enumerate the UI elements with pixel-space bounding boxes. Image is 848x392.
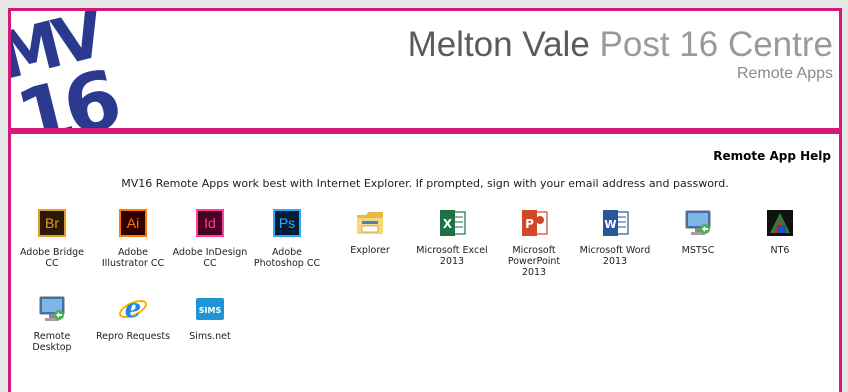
app-excel[interactable]: X Microsoft Excel 2013 [413,207,491,267]
site-title: Melton Vale Post 16 Centre [408,25,833,65]
app-label: NT6 [770,245,790,256]
header-divider [11,128,839,134]
app-powerpoint[interactable]: P Microsoft PowerPoint 2013 [495,207,573,278]
app-repro-requests[interactable]: e Repro Requests [94,293,172,342]
mv16-logo[interactable]: MV 16 [11,11,161,128]
adobe-photoshop-icon: Ps [271,209,303,241]
adobe-photoshop-glyph: Ps [273,209,301,237]
monitor-icon [39,296,65,321]
word-graphic: W [603,210,629,236]
site-title-block: Melton Vale Post 16 Centre Remote Apps [408,25,833,83]
internet-explorer-icon: e [117,293,149,325]
powerpoint-graphic: P [522,210,548,236]
site-subtitle: Remote Apps [736,65,833,82]
adobe-illustrator-icon: Ai [117,209,149,241]
app-word[interactable]: W Microsoft Word 2013 [576,207,654,267]
app-adobe-photoshop[interactable]: Ps Adobe Photoshop CC [248,207,326,269]
nt6-graphic [767,210,793,236]
app-sims-net[interactable]: SIMS Sims.net [171,293,249,342]
header: MV 16 Melton Vale Post 16 Centre Remote … [11,11,839,128]
monitor-icon [685,210,711,235]
app-label: Microsoft Excel 2013 [416,245,488,267]
app-remote-desktop[interactable]: Remote Desktop [13,293,91,353]
app-mstsc[interactable]: MSTSC [659,207,737,256]
ie-glyph: e [125,294,142,324]
app-label: Sims.net [189,331,231,342]
sims-icon: SIMS [194,293,226,325]
remote-desktop-icon [36,293,68,325]
app-label: Adobe Illustrator CC [101,247,165,269]
nt6-icon [764,207,796,239]
app-label: Remote Desktop [32,331,72,353]
powerpoint-glyph: P [525,217,534,231]
app-label: MSTSC [681,245,715,256]
adobe-bridge-icon: Br [36,209,68,241]
app-label: Microsoft Word 2013 [579,245,651,267]
excel-icon: X [436,207,468,239]
adobe-illustrator-glyph: Ai [119,209,147,237]
mv16-logo-graphic: MV 16 [11,11,161,128]
app-adobe-bridge[interactable]: Br Adobe Bridge CC [13,207,91,269]
powerpoint-icon: P [518,207,550,239]
adobe-bridge-glyph: Br [38,209,66,237]
browser-notice: MV16 Remote Apps work best with Internet… [121,177,729,190]
app-label: Repro Requests [95,331,171,342]
page-container: MV 16 Melton Vale Post 16 Centre Remote … [8,8,842,392]
app-label: Explorer [350,245,390,256]
site-title-part2: Post 16 Centre [599,25,833,64]
app-adobe-indesign[interactable]: Id Adobe InDesign CC [171,207,249,269]
word-icon: W [599,207,631,239]
adobe-indesign-icon: Id [194,209,226,241]
app-nt6[interactable]: NT6 [741,207,819,256]
app-adobe-illustrator[interactable]: Ai Adobe Illustrator CC [94,207,172,269]
excel-glyph: X [443,217,453,231]
app-explorer[interactable]: Explorer [331,207,409,256]
app-label: Adobe Photoshop CC [253,247,321,269]
remote-desktop-icon [682,207,714,239]
sims-glyph: SIMS [199,306,222,315]
app-label: Adobe Bridge CC [19,247,85,269]
adobe-indesign-glyph: Id [196,209,224,237]
site-title-part1: Melton Vale [407,25,590,64]
remote-app-help-link[interactable]: Remote App Help [713,149,831,163]
excel-graphic: X [440,210,466,236]
browser-background: MV 16 Melton Vale Post 16 Centre Remote … [0,0,848,392]
app-label: Microsoft PowerPoint 2013 [507,245,561,278]
folder-icon [357,212,383,234]
sims-graphic: SIMS [196,298,224,320]
app-label: Adobe InDesign CC [172,247,248,269]
file-explorer-icon [354,207,386,239]
word-glyph: W [604,218,616,231]
ie-graphic: e [119,294,147,324]
